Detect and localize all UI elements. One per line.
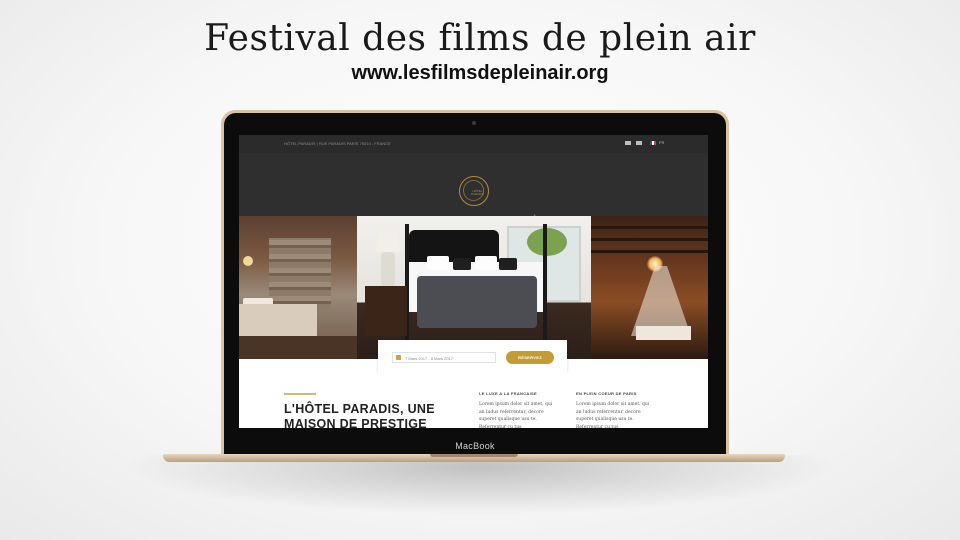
column-heading: EN PLEIN COEUR DE PARIS [576, 391, 637, 396]
stone-wall [269, 238, 331, 310]
column-paris: EN PLEIN COEUR DE PARIS Lorem ipsum dolo… [576, 391, 656, 428]
french-flag-icon[interactable] [650, 141, 656, 145]
logo-text: HÔTEL PARADIS [464, 190, 491, 196]
dark-pillow [453, 258, 471, 270]
booking-bar: 7 Mars 2017 - 8 Mars 2017 RÉSERVEZ [378, 340, 567, 373]
laptop-notch [430, 454, 518, 457]
pillow [427, 256, 449, 270]
column-text: Lorem ipsum dolor sit amet, qui an ludus… [576, 402, 650, 428]
mail-icon[interactable] [636, 141, 642, 145]
hotel-logo[interactable]: HÔTEL PARADIS [459, 176, 489, 206]
site-header: HÔTEL PARADIS ACCUEIL CHAMBRES ET SUITES… [239, 153, 708, 224]
hotel-address: HÔTEL PARADIS | RUE PARADIS PARIS 75010 … [284, 141, 391, 146]
site-topbar: HÔTEL PARADIS | RUE PARADIS PARIS 75010 … [239, 135, 708, 153]
calendar-icon [396, 355, 401, 360]
title-rule [284, 393, 316, 395]
hero-photo-chalet [591, 216, 708, 359]
column-heading: LE LUXE A LA FRANCAISE [479, 391, 537, 396]
hero-photo-stone-room [239, 216, 357, 359]
language-selector[interactable]: FR [659, 140, 664, 145]
ceiling-beam [591, 250, 708, 253]
promo-title: Festival des films de plein air [204, 18, 756, 59]
lamp-shade [375, 230, 401, 252]
phone-icon[interactable] [625, 141, 631, 145]
bed [239, 304, 317, 336]
date-range-input[interactable]: 7 Mars 2017 - 8 Mars 2017 [392, 352, 496, 363]
nightstand [365, 286, 407, 336]
plant [527, 228, 567, 256]
column-luxe: LE LUXE A LA FRANCAISE Lorem ipsum dolor… [479, 391, 559, 428]
bed [636, 326, 691, 340]
logo-ring: HÔTEL PARADIS [463, 180, 484, 201]
intro-title: L'HÔTEL PARADIS, UNE MAISON DE PRESTIGE [284, 402, 435, 428]
laptop-brand-label: MacBook [455, 441, 495, 451]
intro-section: L'HÔTEL PARADIS, UNE MAISON DE PRESTIGE … [239, 373, 708, 428]
laptop-shadow [120, 455, 840, 515]
promo-url: www.lesfilmsdepleinair.org [351, 62, 609, 84]
ceiling-beam [591, 238, 708, 241]
dark-pillow [499, 258, 517, 270]
pillow [475, 256, 497, 270]
hero-carousel[interactable] [239, 216, 708, 359]
column-text: Lorem ipsum dolor sit amet, qui an ludus… [479, 402, 553, 428]
ceiling-beam [591, 226, 708, 229]
lamp-base [381, 252, 395, 286]
camera-icon [472, 121, 476, 125]
logo-line-2: PARADIS [471, 192, 484, 196]
hero-photo-bedroom [357, 216, 591, 359]
laptop-screen: HÔTEL PARADIS | RUE PARADIS PARIS 75010 … [239, 135, 708, 428]
date-range-value: 7 Mars 2017 - 8 Mars 2017 [405, 355, 454, 361]
floor [239, 336, 357, 359]
chandelier [243, 256, 253, 266]
bed-throw [417, 276, 537, 328]
reserve-button[interactable]: RÉSERVEZ [506, 351, 554, 364]
